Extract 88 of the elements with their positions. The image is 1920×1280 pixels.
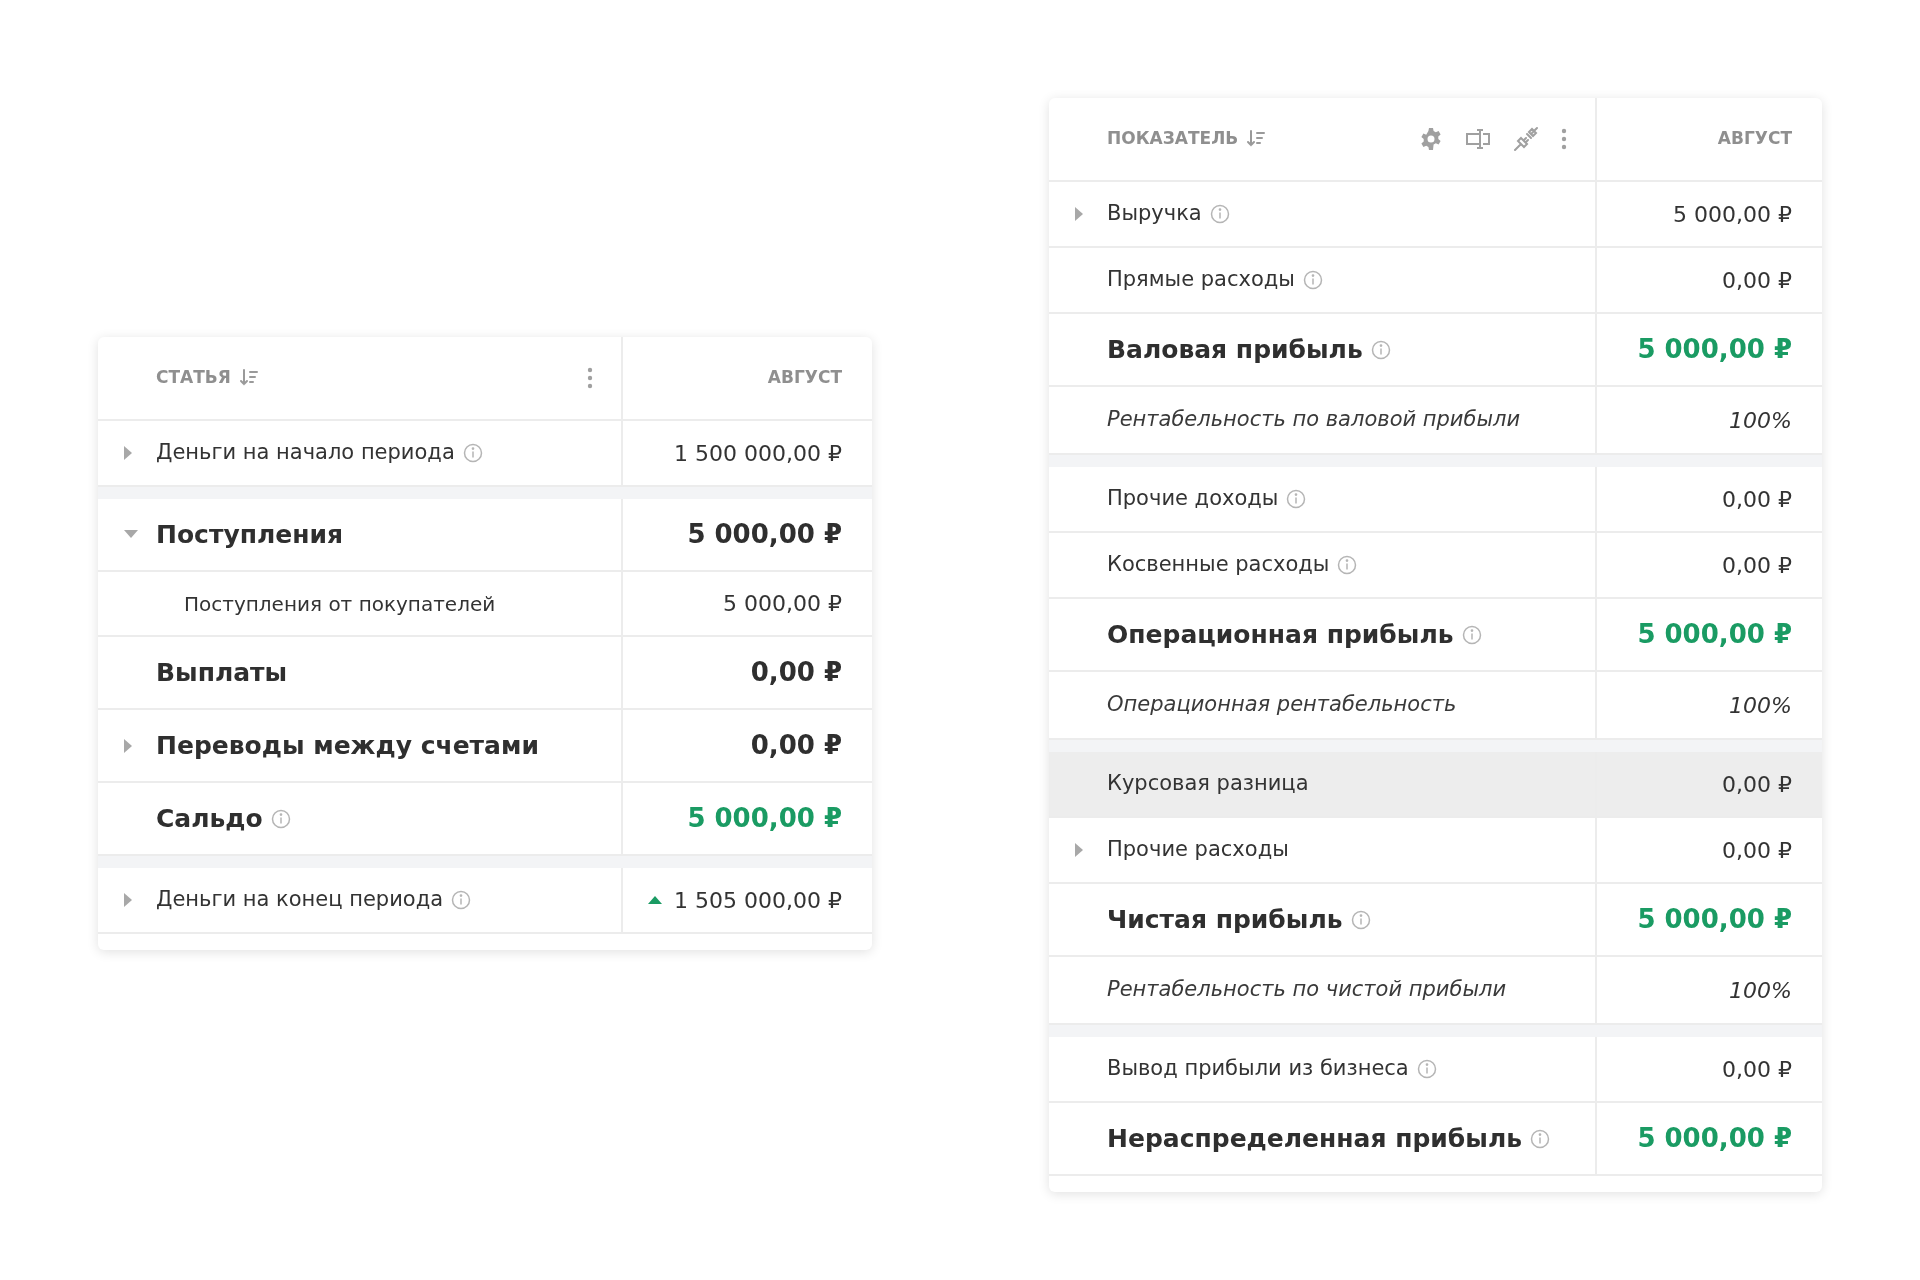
info-icon[interactable] <box>1370 339 1391 360</box>
plug-icon[interactable] <box>1513 126 1539 152</box>
table-row[interactable]: Рентабельность по чистой прибыли 100% <box>1049 957 1822 1025</box>
collapse-caret-icon[interactable] <box>124 530 138 539</box>
row-label: Косвенные расходы <box>1107 551 1330 579</box>
row-label: Рентабельность по чистой прибыли <box>1107 976 1507 1004</box>
info-icon[interactable] <box>1461 624 1482 645</box>
row-label: Поступления <box>156 518 344 551</box>
row-value: 0,00 ₽ <box>1722 770 1792 799</box>
row-value: 5 000,00 ₽ <box>1637 333 1792 366</box>
row-value: 0,00 ₽ <box>1722 485 1792 514</box>
sort-icon[interactable] <box>238 368 259 388</box>
row-value: 0,00 ₽ <box>750 656 842 689</box>
table-row[interactable]: Операционная прибыль 5 000,00 ₽ <box>1049 599 1822 672</box>
row-value: 5 000,00 ₽ <box>1637 903 1792 936</box>
row-value: 1 500 000,00 ₽ <box>674 439 842 468</box>
row-value: 0,00 ₽ <box>750 729 842 762</box>
sort-icon[interactable] <box>1246 129 1267 149</box>
expand-caret-icon[interactable] <box>1075 843 1084 857</box>
row-label: Валовая прибыль <box>1107 333 1363 366</box>
more-options-icon[interactable] <box>587 367 593 389</box>
row-label: Рентабельность по валовой прибыли <box>1107 406 1521 434</box>
table-row[interactable]: Прямые расходы 0,00 ₽ <box>1049 248 1822 314</box>
table-row[interactable]: Сальдо 5 000,00 ₽ <box>98 783 872 856</box>
expand-caret-icon[interactable] <box>124 893 133 907</box>
row-value: 5 000,00 ₽ <box>1637 618 1792 651</box>
expand-caret-icon[interactable] <box>1075 207 1084 221</box>
row-value: 5 000,00 ₽ <box>1673 200 1792 229</box>
table-row[interactable]: Выручка 5 000,00 ₽ <box>1049 182 1822 248</box>
column-width-icon[interactable] <box>1465 127 1491 151</box>
info-icon[interactable] <box>1416 1059 1437 1079</box>
row-value: 0,00 ₽ <box>1722 836 1792 865</box>
row-label: Выручка <box>1107 200 1202 228</box>
row-value: 0,00 ₽ <box>1722 266 1792 295</box>
row-value: 100% <box>1729 406 1792 435</box>
table-row[interactable]: Косвенные расходы 0,00 ₽ <box>1049 533 1822 599</box>
row-label: Вывод прибыли из бизнеса <box>1107 1055 1409 1083</box>
info-icon[interactable] <box>1302 270 1323 290</box>
row-label: Чистая прибыль <box>1107 903 1343 936</box>
table-row[interactable]: Нераспределенная прибыль 5 000,00 ₽ <box>1049 1103 1822 1176</box>
row-value: 5 000,00 ₽ <box>723 590 842 618</box>
row-value: 100% <box>1729 976 1792 1005</box>
row-value: 5 000,00 ₽ <box>687 518 842 551</box>
table-row[interactable]: Вывод прибыли из бизнеса 0,00 ₽ <box>1049 1025 1822 1103</box>
row-label: Прямые расходы <box>1107 266 1295 294</box>
table-row[interactable]: Рентабельность по валовой прибыли 100% <box>1049 387 1822 455</box>
expand-caret-icon[interactable] <box>124 738 133 753</box>
table-row[interactable]: Поступления от покупателей 5 000,00 ₽ <box>98 572 872 637</box>
row-label: Переводы между счетами <box>156 729 539 762</box>
row-label: Сальдо <box>156 802 263 835</box>
table-row[interactable]: Переводы между счетами 0,00 ₽ <box>98 710 872 783</box>
table-row[interactable]: Деньги на конец периода 1 505 000,00 ₽ <box>98 856 872 934</box>
row-label: Прочие расходы <box>1107 836 1289 864</box>
row-label: Курсовая разница <box>1107 770 1309 798</box>
table-row[interactable]: Курсовая разница 0,00 ₽ <box>1049 740 1822 818</box>
table-row[interactable]: Операционная рентабельность 100% <box>1049 672 1822 740</box>
table-row[interactable]: Валовая прибыль 5 000,00 ₽ <box>1049 314 1822 387</box>
table-row[interactable]: Прочие расходы 0,00 ₽ <box>1049 818 1822 884</box>
info-icon[interactable] <box>1286 489 1307 509</box>
table-row[interactable]: Выплаты 0,00 ₽ <box>98 637 872 710</box>
row-value: 1 505 000,00 ₽ <box>674 886 842 915</box>
expand-caret-icon[interactable] <box>124 446 133 460</box>
row-value: 100% <box>1729 691 1792 720</box>
row-value: 5 000,00 ₽ <box>1637 1122 1792 1155</box>
row-label: Нераспределенная прибыль <box>1107 1122 1523 1155</box>
info-icon[interactable] <box>1530 1128 1551 1149</box>
info-icon[interactable] <box>462 443 483 463</box>
row-label: Операционная прибыль <box>1107 618 1454 651</box>
more-options-icon[interactable] <box>1561 128 1567 150</box>
table-row[interactable]: Поступления 5 000,00 ₽ <box>98 487 872 572</box>
info-icon[interactable] <box>1209 204 1230 224</box>
table-row[interactable]: Чистая прибыль 5 000,00 ₽ <box>1049 884 1822 957</box>
row-label: Операционная рентабельность <box>1107 691 1457 719</box>
table-row[interactable]: Прочие доходы 0,00 ₽ <box>1049 455 1822 533</box>
row-label: Выплаты <box>156 656 288 689</box>
info-icon[interactable] <box>270 808 291 829</box>
row-value: 5 000,00 ₽ <box>687 802 842 835</box>
row-value: 0,00 ₽ <box>1722 551 1792 580</box>
info-icon[interactable] <box>1350 909 1371 930</box>
row-label: Поступления от покупателей <box>184 590 496 618</box>
row-label: Деньги на начало периода <box>156 439 455 467</box>
row-label: Прочие доходы <box>1107 485 1279 513</box>
info-icon[interactable] <box>451 890 472 910</box>
row-value: 0,00 ₽ <box>1722 1055 1792 1084</box>
table-row[interactable]: Деньги на начало периода 1 500 000,00 ₽ <box>98 421 872 487</box>
info-icon[interactable] <box>1337 555 1358 575</box>
row-label: Деньги на конец периода <box>156 886 444 914</box>
settings-icon[interactable] <box>1419 127 1443 151</box>
